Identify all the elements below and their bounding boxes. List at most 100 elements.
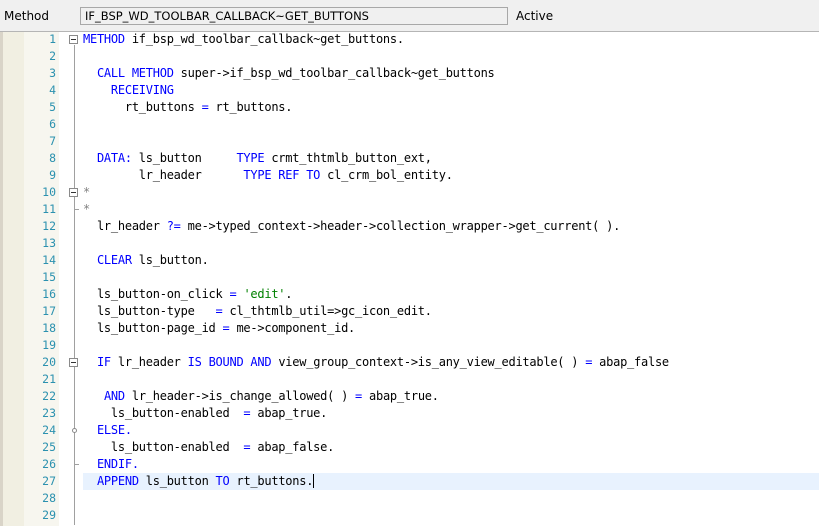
code-text[interactable]: rt_buttons = rt_buttons. bbox=[83, 99, 819, 116]
text-token: ls_button-on_click bbox=[83, 287, 230, 301]
line-number: 27 bbox=[42, 474, 56, 488]
text-token: crmt_thtmlb_button_ext, bbox=[264, 151, 432, 165]
code-line[interactable]: 16 ls_button-on_click = 'edit'. bbox=[0, 286, 819, 303]
code-text[interactable]: METHOD if_bsp_wd_toolbar_callback~get_bu… bbox=[83, 32, 819, 48]
line-number: 4 bbox=[49, 83, 56, 97]
keyword-token: CLEAR bbox=[96, 253, 132, 267]
text-token: lr_header bbox=[83, 219, 167, 233]
code-line[interactable]: 6 bbox=[0, 116, 819, 133]
code-line[interactable]: 15 bbox=[0, 269, 819, 286]
code-line[interactable]: 1 METHOD if_bsp_wd_toolbar_callback~get_b… bbox=[0, 32, 819, 48]
line-number: 5 bbox=[49, 100, 56, 114]
code-text[interactable] bbox=[83, 133, 819, 150]
code-editor[interactable]: 1 METHOD if_bsp_wd_toolbar_callback~get_b… bbox=[0, 31, 819, 526]
code-text[interactable]: CLEAR ls_button. bbox=[83, 252, 819, 269]
code-text[interactable]: ENDIF. bbox=[83, 456, 819, 473]
code-text[interactable] bbox=[83, 116, 819, 133]
line-number: 8 bbox=[49, 151, 56, 165]
code-text[interactable] bbox=[83, 48, 819, 65]
code-text[interactable]: ls_button-page_id = me->component_id. bbox=[83, 320, 819, 337]
code-line[interactable]: 8 DATA: ls_button TYPE crmt_thtmlb_butto… bbox=[0, 150, 819, 167]
line-number: 14 bbox=[42, 253, 56, 267]
code-text[interactable]: * bbox=[83, 184, 819, 201]
text-token: ls_button-type bbox=[83, 304, 216, 318]
code-text[interactable] bbox=[83, 507, 819, 524]
code-line[interactable]: 27 APPEND ls_button TO rt_buttons. bbox=[0, 473, 819, 490]
code-text[interactable] bbox=[83, 490, 819, 507]
operator-token: ?= bbox=[166, 219, 181, 233]
line-number: 17 bbox=[42, 304, 56, 318]
text-token: super->if_bsp_wd_toolbar_callback~get_bu… bbox=[173, 66, 495, 80]
code-line[interactable]: 19 bbox=[0, 337, 819, 354]
code-text[interactable]: DATA: ls_button TYPE crmt_thtmlb_button_… bbox=[83, 150, 819, 167]
code-line[interactable]: 14 CLEAR ls_button. bbox=[0, 252, 819, 269]
code-text[interactable] bbox=[83, 371, 819, 388]
code-line[interactable]: 23 ls_button-enabled = abap_true. bbox=[0, 405, 819, 422]
code-line[interactable]: 21 bbox=[0, 371, 819, 388]
code-text[interactable]: IF lr_header IS BOUND AND view_group_con… bbox=[83, 354, 819, 371]
collapse-minus-icon[interactable] bbox=[69, 358, 78, 367]
code-line[interactable]: 29 bbox=[0, 507, 819, 524]
code-text[interactable]: ls_button-on_click = 'edit'. bbox=[83, 286, 819, 303]
text-token: me->typed_context->header->collection_wr… bbox=[180, 219, 621, 233]
code-text[interactable]: RECEIVING bbox=[83, 82, 819, 99]
line-number: 25 bbox=[42, 440, 56, 454]
code-line[interactable]: 22 AND lr_header->is_change_allowed( ) =… bbox=[0, 388, 819, 405]
collapse-minus-icon[interactable] bbox=[69, 35, 78, 44]
code-text[interactable]: ls_button-type = cl_thtmlb_util=>gc_icon… bbox=[83, 303, 819, 320]
text-token: rt_buttons. bbox=[229, 474, 314, 488]
code-text[interactable]: ls_button-enabled = abap_true. bbox=[83, 405, 819, 422]
code-line[interactable]: 10 * bbox=[0, 184, 819, 201]
code-line[interactable]: 13 bbox=[0, 235, 819, 252]
line-number: 10 bbox=[42, 185, 56, 199]
line-number: 2 bbox=[49, 49, 56, 63]
code-text[interactable]: CALL METHOD super->if_bsp_wd_toolbar_cal… bbox=[83, 65, 819, 82]
code-line[interactable]: 26 ENDIF. bbox=[0, 456, 819, 473]
code-line[interactable]: 4 RECEIVING bbox=[0, 82, 819, 99]
line-number: 6 bbox=[49, 117, 56, 131]
code-text[interactable]: AND lr_header->is_change_allowed( ) = ab… bbox=[83, 388, 819, 405]
code-line[interactable]: 25 ls_button-enabled = abap_false. bbox=[0, 439, 819, 456]
text-cursor bbox=[313, 474, 315, 488]
code-text[interactable]: lr_header TYPE REF TO cl_crm_bol_entity. bbox=[83, 167, 819, 184]
text-token: cl_thtmlb_util=>gc_icon_edit. bbox=[222, 304, 432, 318]
code-text[interactable]: ls_button-enabled = abap_false. bbox=[83, 439, 819, 456]
code-line[interactable]: 2 bbox=[0, 48, 819, 65]
collapse-minus-icon[interactable] bbox=[69, 188, 78, 197]
code-line[interactable]: 11 * bbox=[0, 201, 819, 218]
line-number: 7 bbox=[49, 134, 56, 148]
code-text[interactable] bbox=[83, 337, 819, 354]
code-line[interactable]: 28 bbox=[0, 490, 819, 507]
code-text[interactable]: ELSE. bbox=[83, 422, 819, 439]
code-text[interactable] bbox=[83, 269, 819, 286]
text-token: lr_header bbox=[83, 168, 244, 182]
code-text[interactable]: lr_header ?= me->typed_context->header->… bbox=[83, 218, 819, 235]
code-text[interactable]: APPEND ls_button TO rt_buttons. bbox=[83, 473, 819, 490]
fold-end-marker bbox=[74, 209, 79, 210]
code-line[interactable]: 12 lr_header ?= me->typed_context->heade… bbox=[0, 218, 819, 235]
method-name-field[interactable]: IF_BSP_WD_TOOLBAR_CALLBACK~GET_BUTTONS bbox=[80, 7, 508, 25]
code-line[interactable]: 5 rt_buttons = rt_buttons. bbox=[0, 99, 819, 116]
keyword-token: TYPE bbox=[236, 151, 265, 165]
code-line[interactable]: 24 ELSE. bbox=[0, 422, 819, 439]
code-text[interactable]: * bbox=[83, 201, 819, 218]
text-token: abap_true. bbox=[362, 389, 439, 403]
code-text[interactable] bbox=[83, 235, 819, 252]
text-token: lr_header bbox=[110, 355, 188, 369]
text-token: ls_button bbox=[138, 474, 216, 488]
code-line[interactable]: 17 ls_button-type = cl_thtmlb_util=>gc_i… bbox=[0, 303, 819, 320]
method-header: Method IF_BSP_WD_TOOLBAR_CALLBACK~GET_BU… bbox=[0, 0, 819, 32]
code-line[interactable]: 3 CALL METHOD super->if_bsp_wd_toolbar_c… bbox=[0, 65, 819, 82]
keyword-token: IF bbox=[96, 355, 111, 369]
line-number: 22 bbox=[42, 389, 56, 403]
code-line[interactable]: 18 ls_button-page_id = me->component_id. bbox=[0, 320, 819, 337]
keyword-token: APPEND bbox=[96, 474, 139, 488]
status-label: Active bbox=[516, 9, 554, 23]
code-line[interactable]: 20 IF lr_header IS BOUND AND view_group_… bbox=[0, 354, 819, 371]
line-number: 28 bbox=[42, 491, 56, 505]
keyword-token: RECEIVING bbox=[110, 83, 174, 97]
code-line[interactable]: 9 lr_header TYPE REF TO cl_crm_bol_entit… bbox=[0, 167, 819, 184]
code-line[interactable]: 7 bbox=[0, 133, 819, 150]
